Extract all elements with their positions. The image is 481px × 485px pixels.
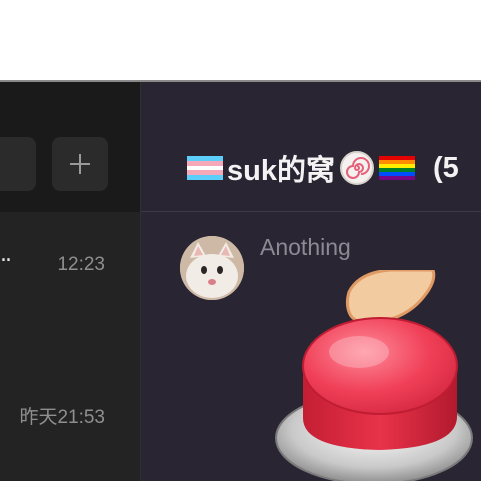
fish-cake-emoji	[339, 151, 374, 185]
list-item-preview: ..	[0, 242, 12, 267]
red-button-sticker[interactable]	[271, 268, 481, 485]
search-input[interactable]	[0, 137, 36, 191]
list-item-time: 12:23	[57, 254, 105, 275]
list-item[interactable]: 昨天21:53	[0, 360, 140, 470]
plus-icon	[70, 154, 90, 174]
avatar[interactable]	[180, 236, 244, 300]
chat-list-panel: .. 12:23 昨天21:53	[0, 82, 140, 481]
transgender-flag-emoji	[187, 156, 223, 180]
chat-title: suk的窝	[227, 155, 335, 187]
rainbow-flag-emoji	[378, 156, 415, 180]
header-divider	[141, 211, 481, 212]
cat-avatar-icon	[180, 236, 244, 300]
list-item-time: 昨天21:53	[19, 407, 105, 428]
chat-list-header	[0, 82, 140, 212]
add-button[interactable]	[52, 137, 108, 191]
window-top-area	[0, 0, 481, 80]
chat-header: suk的窝 (5	[141, 82, 481, 211]
chat-panel: suk的窝 (5 Anothing	[141, 82, 481, 485]
conversation-list: .. 12:23 昨天21:53	[0, 212, 140, 481]
chat-title-row[interactable]: suk的窝 (5	[187, 150, 459, 187]
member-count: (5	[432, 151, 459, 184]
list-item[interactable]: .. 12:23	[0, 212, 140, 322]
message-sender: Anothing	[260, 234, 351, 260]
